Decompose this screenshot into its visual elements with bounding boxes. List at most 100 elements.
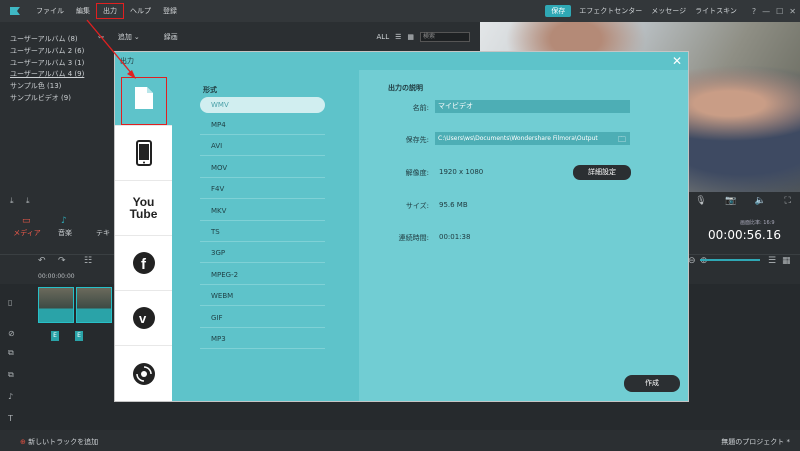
format-item[interactable]: MP3	[200, 329, 325, 349]
create-button[interactable]: 作成	[624, 375, 680, 392]
back-arrow-icon[interactable]: ⇦	[98, 33, 104, 41]
album-item[interactable]: サンプル色 (13)	[10, 81, 84, 93]
tab-music-label: 音楽	[58, 229, 72, 237]
device-phone[interactable]	[115, 125, 172, 180]
menu-help[interactable]: ヘルプ	[124, 4, 157, 18]
save-button[interactable]: 保存	[545, 5, 572, 17]
adjust-icon[interactable]: ☷	[84, 256, 92, 266]
effect-marker[interactable]: E	[51, 331, 59, 341]
album-item[interactable]: サンプルビデオ (9)	[10, 93, 84, 105]
fit-icon[interactable]: ☰	[768, 256, 776, 266]
aspect-ratio-label: 画面比率: 16:9	[740, 220, 775, 226]
youtube-text-bottom: Tube	[129, 207, 158, 221]
import-icon[interactable]: ⤓	[10, 196, 14, 206]
tab-media[interactable]: ▭ メディア	[8, 214, 46, 244]
format-item[interactable]: TS	[200, 222, 325, 242]
format-item[interactable]: WEBM	[200, 286, 325, 307]
format-item[interactable]: GIF	[200, 308, 325, 328]
output-description-panel: 出力の説明 名前: マイビデオ 保存先: C:\Users\ws\Documen…	[359, 70, 688, 401]
dialog-title: 出力	[115, 52, 688, 70]
name-label: 名前:	[412, 104, 429, 112]
grid-view-icon[interactable]: ▦	[407, 33, 414, 41]
duration-value: 00:01:38	[439, 233, 471, 241]
add-track-label: 新しいトラックを追加	[28, 437, 99, 446]
music-track-icon: ♪	[8, 392, 14, 401]
tab-text-label: テキ	[96, 229, 110, 237]
save-to-label: 保存先:	[405, 136, 429, 144]
tab-music[interactable]: ♪ 音楽	[46, 214, 84, 244]
album-item[interactable]: ユーザーアルバム 2 (6)	[10, 46, 84, 58]
light-skin-link[interactable]: ライトスキン	[695, 6, 737, 16]
device-vimeo[interactable]: v	[115, 290, 172, 345]
video-clip[interactable]	[76, 287, 112, 323]
browse-folder-icon[interactable]: 🗀	[618, 134, 626, 148]
new-folder-icon[interactable]: ⤓	[26, 196, 30, 206]
save-path-input[interactable]: C:\Users\ws\Documents\Wondershare Filmor…	[435, 132, 630, 145]
library-toolbar: ⇦ 追加 ⌄ 録画 ALL ☰ ▦ 検索	[98, 28, 470, 46]
tab-media-label: メディア	[13, 229, 41, 237]
plus-circle-icon: ⊕	[20, 437, 29, 446]
overlay-track-icon: ⧉	[8, 348, 14, 357]
device-youtube[interactable]: You Tube	[115, 180, 172, 235]
snapshot-icon[interactable]: 📷	[725, 196, 736, 206]
album-item-selected[interactable]: ユーザーアルバム 4 (9)	[10, 69, 84, 81]
phone-icon	[135, 140, 152, 166]
timecode: 00:00:56.16	[708, 228, 781, 242]
grid-icon[interactable]: ▦	[782, 256, 791, 266]
format-item[interactable]: AVI	[200, 136, 325, 157]
video-track-icon: ▯	[8, 298, 13, 307]
menu-export[interactable]: 出力	[96, 3, 124, 19]
video-clip[interactable]	[38, 287, 74, 323]
format-item[interactable]: MP4	[200, 115, 325, 135]
search-input[interactable]: 検索	[420, 32, 470, 42]
help-window-button[interactable]: ?	[752, 7, 756, 16]
effect-marker[interactable]: E	[75, 331, 83, 341]
menu-bar: ファイル 編集 出力 ヘルプ 登録 保存 エフェクトセンター メッセージ ライト…	[0, 0, 800, 22]
menu-register[interactable]: 登録	[157, 4, 183, 18]
minimize-button[interactable]: —	[762, 7, 770, 16]
name-input[interactable]: マイビデオ	[435, 100, 630, 113]
format-column: 形式 WMV MP4 AVI MOV F4V MKV TS 3GP MPEG-2 WEBM GIF M…	[172, 70, 359, 401]
format-item-selected[interactable]: WMV	[200, 97, 325, 113]
microphone-icon[interactable]: 🎙	[695, 196, 706, 206]
format-item[interactable]: MKV	[200, 201, 325, 221]
add-media-button[interactable]: 追加	[118, 32, 132, 42]
add-track-button[interactable]: ⊕ 新しいトラックを追加	[20, 437, 98, 447]
duration-label: 連続時間:	[398, 234, 429, 242]
advanced-settings-button[interactable]: 詳細設定	[573, 165, 631, 180]
record-button[interactable]: 録画	[164, 32, 178, 42]
messages-link[interactable]: メッセージ	[651, 6, 686, 16]
album-item[interactable]: ユーザーアルバム (8)	[10, 34, 84, 46]
resolution-label: 解像度:	[405, 169, 429, 177]
selection-highlight	[121, 77, 167, 125]
format-item[interactable]: F4V	[200, 179, 325, 200]
zoom-in-icon[interactable]: ⊕	[700, 256, 708, 266]
zoom-out-icon[interactable]: ⊖	[688, 256, 696, 266]
maximize-button[interactable]: ☐	[776, 7, 783, 16]
close-window-button[interactable]: ✕	[789, 7, 796, 16]
fullscreen-icon[interactable]: ⛶	[784, 196, 790, 206]
album-item[interactable]: ユーザーアルバム 3 (1)	[10, 58, 84, 70]
menu-edit[interactable]: 編集	[70, 4, 96, 18]
device-dvd[interactable]	[115, 345, 172, 401]
close-icon[interactable]: ✕	[672, 54, 682, 68]
format-item[interactable]: 3GP	[200, 243, 325, 264]
undo-icon[interactable]: ↶	[38, 256, 46, 266]
chevron-down-icon[interactable]: ⌄	[134, 33, 140, 41]
format-item[interactable]: MOV	[200, 158, 325, 178]
overlay-track-icon: ⧉	[8, 370, 14, 379]
effect-center-link[interactable]: エフェクトセンター	[579, 6, 642, 16]
list-view-icon[interactable]: ☰	[395, 33, 401, 41]
player-controls: 🎙 📷 🔈 ⛶	[686, 192, 800, 210]
volume-icon[interactable]: 🔈	[755, 196, 766, 206]
export-dialog: 出力 ✕ You Tube f v 形式 WMV MP4 AVI MOV F4V…	[114, 51, 689, 402]
format-item[interactable]: MPEG-2	[200, 265, 325, 285]
zoom-slider[interactable]	[700, 259, 760, 261]
dvd-icon	[132, 362, 155, 385]
vimeo-icon: v	[132, 307, 155, 329]
youtube-icon: You Tube	[130, 196, 158, 220]
menu-file[interactable]: ファイル	[30, 4, 70, 18]
device-facebook[interactable]: f	[115, 235, 172, 290]
redo-icon[interactable]: ↷	[58, 256, 66, 266]
all-filter-label[interactable]: ALL	[377, 33, 390, 41]
